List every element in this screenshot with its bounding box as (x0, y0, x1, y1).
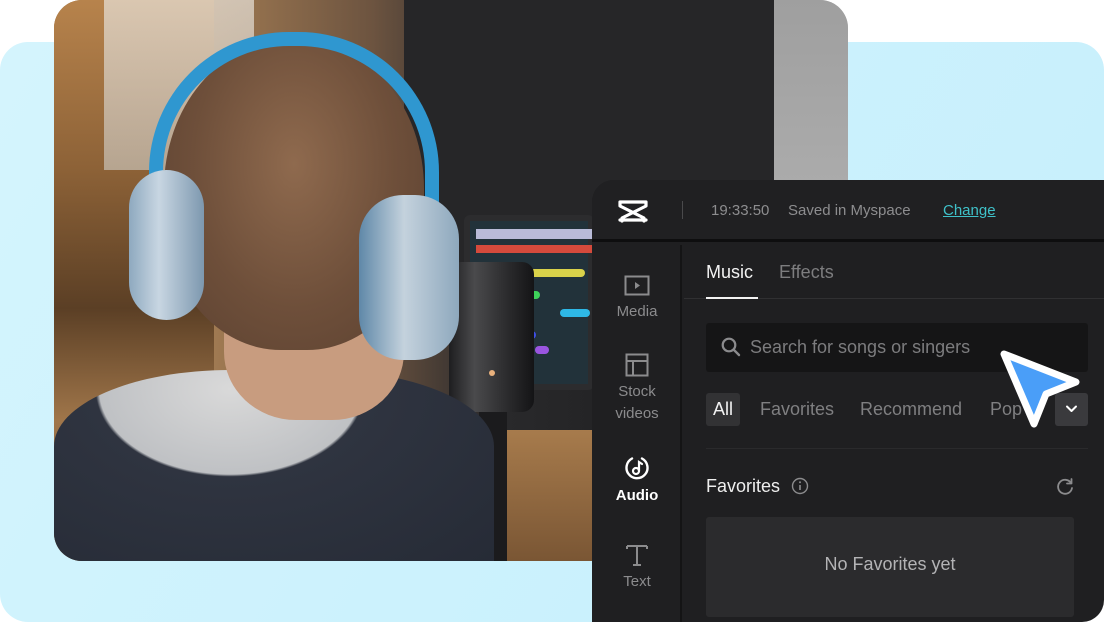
music-note-circle-icon (625, 457, 649, 480)
save-status: Saved in Myspace (788, 202, 911, 219)
filter-all[interactable]: All (706, 393, 741, 426)
sidebar-item-audio[interactable]: Audio (592, 455, 682, 507)
sidebar-item-label: Text (623, 573, 651, 590)
refresh-icon[interactable] (1055, 477, 1075, 497)
filter-favorites[interactable]: Favorites (760, 393, 834, 426)
tab-effects[interactable]: Effects (779, 262, 834, 283)
text-t-icon (626, 545, 648, 566)
mouse-pointer-cursor-icon (1000, 350, 1080, 428)
sidebar-item-label: Audio (615, 487, 659, 504)
capcut-logo-icon[interactable] (616, 198, 650, 224)
favorites-heading: Favorites (706, 476, 781, 496)
filter-recommend[interactable]: Recommend (860, 393, 962, 426)
header-divider (682, 201, 683, 219)
change-location-link[interactable]: Change (943, 202, 996, 219)
sidebar-item-stock-videos[interactable]: Stock videos (592, 353, 682, 425)
tab-music[interactable]: Music (706, 262, 753, 283)
sidebar-item-label: Media (616, 303, 658, 320)
sidebar-item-label: Stock (618, 383, 656, 400)
sidebar-item-media[interactable]: Media (592, 275, 682, 323)
play-box-icon (624, 275, 650, 296)
active-tab-indicator (706, 297, 758, 299)
photo-headphone-cup-left (129, 170, 204, 320)
section-divider (706, 448, 1088, 449)
search-icon (721, 337, 741, 357)
sidebar-item-text[interactable]: Text (592, 543, 682, 593)
sidebar-item-label: videos (615, 405, 659, 422)
empty-state-message: No Favorites yet (824, 554, 956, 574)
info-icon[interactable] (791, 477, 809, 495)
top-bar: 19:33:50 Saved in Myspace Change (592, 180, 1104, 242)
audio-content: Music Effects All Favorites Recommend Po… (684, 245, 1104, 622)
audio-tabs: Music Effects (684, 245, 1104, 299)
photo-headphone-cup-right (359, 195, 459, 360)
sidebar: Media Stock videos Audio Text (592, 245, 682, 622)
layout-icon (625, 353, 649, 377)
photo-microphone (449, 262, 534, 412)
favorites-empty-state: No Favorites yet (706, 517, 1074, 617)
save-timestamp: 19:33:50 (711, 202, 770, 219)
